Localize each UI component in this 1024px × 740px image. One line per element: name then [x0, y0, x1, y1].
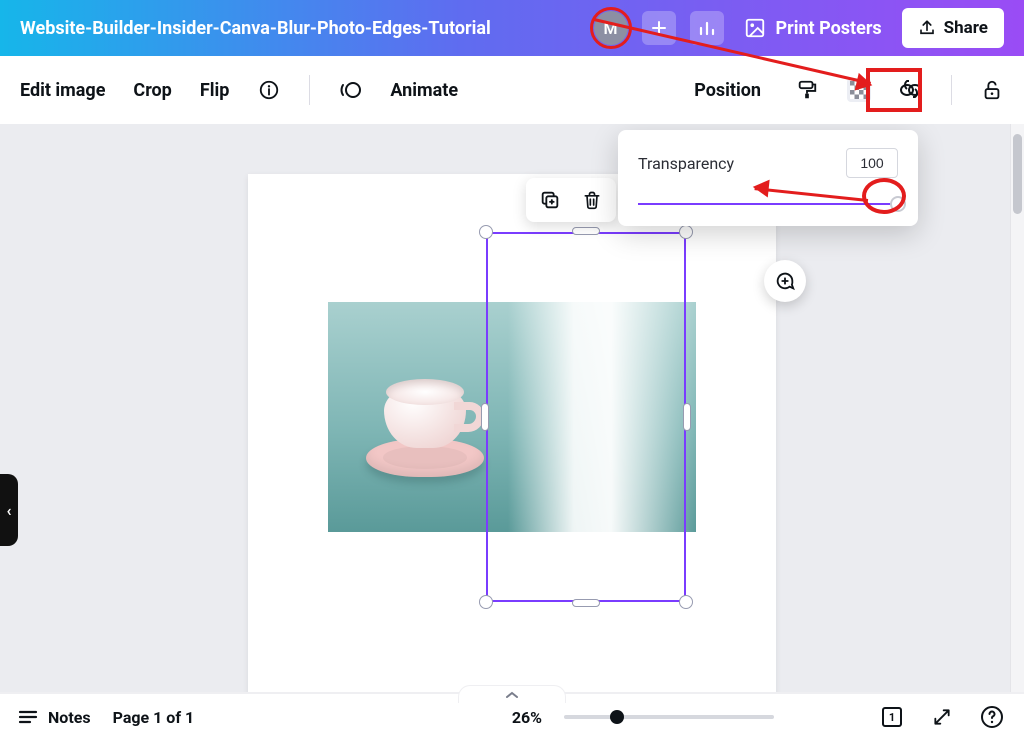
grid-view-button[interactable]: 1 [878, 703, 906, 731]
comment-add-button[interactable] [764, 260, 806, 302]
transparency-label: Transparency [638, 154, 734, 173]
add-member-button[interactable] [642, 11, 676, 45]
expand-icon [932, 707, 952, 727]
document-title[interactable]: Website-Builder-Insider-Canva-Blur-Photo… [20, 18, 491, 39]
chevron-left-icon: ‹ [7, 501, 12, 520]
link-icon [899, 80, 923, 100]
animate-button[interactable]: Animate [390, 80, 458, 101]
selection-outline [486, 232, 686, 602]
position-button[interactable]: Position [694, 80, 761, 101]
duplicate-icon [539, 189, 561, 211]
notes-icon [18, 708, 38, 726]
photo-detail [386, 379, 464, 405]
collapsed-side-panel-tab[interactable]: ‹ [0, 474, 18, 546]
flip-button[interactable]: Flip [200, 80, 230, 101]
zoom-slider[interactable] [564, 715, 774, 719]
duplicate-button[interactable] [536, 186, 564, 214]
page-strip-toggle[interactable] [458, 685, 566, 703]
grid-icon: 1 [880, 705, 904, 729]
chevron-up-icon [505, 690, 519, 700]
app-header: Website-Builder-Insider-Canva-Blur-Photo… [0, 0, 1024, 56]
selection-box[interactable] [486, 232, 686, 602]
fullscreen-button[interactable] [928, 703, 956, 731]
toolbar-divider [951, 75, 952, 105]
design-page[interactable] [248, 174, 776, 692]
animate-icon[interactable] [338, 78, 362, 102]
bar-chart-icon [698, 19, 716, 37]
scrollbar-thumb[interactable] [1013, 134, 1022, 214]
resize-handle-br[interactable] [679, 595, 693, 609]
paint-roller-icon [796, 79, 818, 101]
lock-button[interactable] [980, 78, 1004, 102]
resize-handle-bl[interactable] [479, 595, 493, 609]
resize-handle-top[interactable] [572, 227, 600, 235]
trash-icon [582, 189, 602, 211]
delete-button[interactable] [578, 186, 606, 214]
page-indicator[interactable]: Page 1 of 1 [113, 708, 195, 727]
motion-icon [338, 78, 362, 102]
help-icon [980, 705, 1004, 729]
comment-plus-icon [774, 270, 796, 292]
notes-button[interactable]: Notes [18, 708, 91, 727]
resize-handle-tr[interactable] [679, 225, 693, 239]
zoom-label[interactable]: 26% [512, 708, 542, 727]
toolbar-divider [309, 75, 310, 105]
upload-icon [918, 19, 936, 37]
zoom-slider-thumb[interactable] [610, 710, 624, 724]
share-label: Share [944, 18, 988, 38]
info-button[interactable] [257, 78, 281, 102]
notes-label: Notes [48, 708, 91, 727]
resize-handle-right[interactable] [683, 403, 691, 431]
share-button[interactable]: Share [902, 8, 1004, 48]
slider-thumb[interactable] [890, 196, 906, 212]
editor-canvas[interactable]: Transparency ‹ [0, 124, 1010, 692]
insights-button[interactable] [690, 11, 724, 45]
edit-image-button[interactable]: Edit image [20, 80, 105, 101]
print-posters-label: Print Posters [776, 18, 882, 39]
user-avatar[interactable]: M [594, 11, 628, 45]
resize-handle-bottom[interactable] [572, 599, 600, 607]
resize-handle-tl[interactable] [479, 225, 493, 239]
transparency-popover: Transparency [618, 130, 918, 226]
link-button[interactable] [899, 78, 923, 102]
selection-floating-toolbar [526, 178, 616, 222]
info-icon [258, 79, 280, 101]
vertical-scrollbar[interactable] [1010, 124, 1024, 692]
help-button[interactable] [978, 703, 1006, 731]
picture-icon [744, 17, 766, 39]
app-footer: Notes Page 1 of 1 26% 1 [0, 692, 1024, 740]
svg-text:1: 1 [889, 711, 895, 724]
resize-handle-left[interactable] [481, 403, 489, 431]
unlock-icon [981, 79, 1003, 101]
transparency-input[interactable] [846, 148, 898, 178]
print-posters-button[interactable]: Print Posters [738, 11, 888, 45]
crop-button[interactable]: Crop [133, 80, 171, 101]
style-copy-button[interactable] [795, 78, 819, 102]
slider-track [638, 203, 898, 205]
